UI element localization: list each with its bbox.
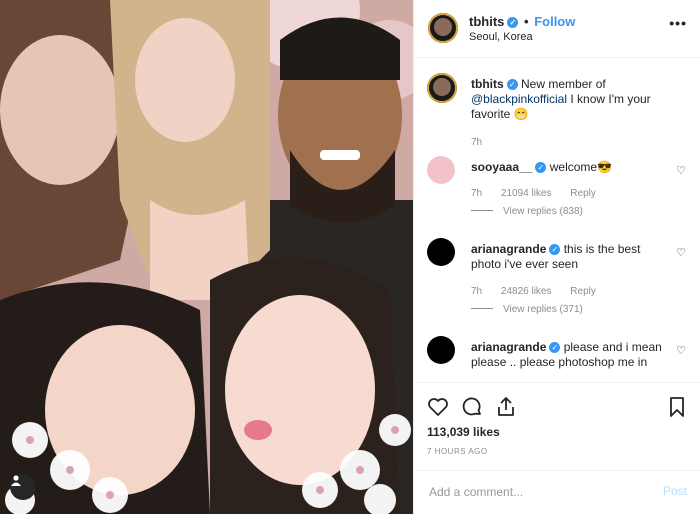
post-header: tbhits ✓ • Follow Seoul, Korea ••• bbox=[414, 0, 700, 58]
view-replies-label: View replies (371) bbox=[503, 304, 583, 315]
reply-button[interactable]: Reply bbox=[570, 286, 596, 297]
add-comment-input[interactable] bbox=[427, 481, 651, 503]
comment-age: 7h bbox=[471, 286, 483, 297]
author-avatar[interactable] bbox=[428, 13, 458, 43]
heart-icon[interactable] bbox=[426, 395, 450, 419]
caption-username[interactable]: tbhits bbox=[471, 77, 504, 91]
commenter-avatar[interactable] bbox=[427, 238, 455, 266]
comment-like-icon[interactable]: ♡ bbox=[676, 246, 686, 259]
view-replies-button[interactable]: View replies (371) bbox=[471, 304, 583, 315]
post-actions: 113,039 likes 7 HOURS AGO Post bbox=[414, 382, 700, 513]
commenter-avatar[interactable] bbox=[427, 156, 455, 184]
more-options-icon[interactable]: ••• bbox=[669, 15, 687, 31]
photo-illustration bbox=[0, 0, 413, 514]
verified-badge-icon: ✓ bbox=[507, 17, 519, 28]
post-photo[interactable] bbox=[0, 0, 413, 514]
verified-badge-icon: ✓ bbox=[535, 162, 547, 173]
caption-avatar[interactable] bbox=[427, 73, 457, 103]
like-count[interactable]: 113,039 likes bbox=[427, 425, 500, 439]
follow-button[interactable]: Follow bbox=[534, 14, 575, 29]
verified-badge-icon: ✓ bbox=[549, 244, 561, 255]
post-location[interactable]: Seoul, Korea bbox=[469, 31, 533, 43]
caption-age: 7h bbox=[471, 137, 483, 148]
instagram-post: tbhits ✓ • Follow Seoul, Korea ••• tbhits… bbox=[0, 0, 700, 514]
commenter-username[interactable]: sooyaaa__ bbox=[471, 160, 532, 174]
separator-dot: • bbox=[524, 14, 529, 29]
verified-badge-icon: ✓ bbox=[549, 342, 561, 353]
bookmark-icon[interactable] bbox=[665, 395, 689, 419]
share-icon[interactable] bbox=[494, 395, 518, 419]
caption-meta: 7h bbox=[471, 137, 498, 148]
comment-age: 7h bbox=[471, 188, 483, 199]
verified-badge-icon: ✓ bbox=[506, 79, 518, 90]
comment-icon[interactable] bbox=[460, 395, 484, 419]
commenter-username[interactable]: arianagrande bbox=[471, 340, 546, 354]
comment-item: arianagrande ✓ please and i mean please .… bbox=[427, 336, 692, 381]
reply-button[interactable]: Reply bbox=[570, 188, 596, 199]
commenter-username[interactable]: arianagrande bbox=[471, 242, 546, 256]
user-tag-icon[interactable] bbox=[10, 474, 36, 500]
comment-item: arianagrande ✓ this is the best photo i'v… bbox=[427, 238, 692, 315]
comment-like-icon[interactable]: ♡ bbox=[676, 164, 686, 177]
view-replies-button[interactable]: View replies (838) bbox=[471, 206, 583, 217]
comment-likes[interactable]: 21094 likes bbox=[501, 188, 552, 199]
post-comment-button[interactable]: Post bbox=[663, 484, 687, 498]
caption-text-pre: New member of bbox=[521, 77, 606, 91]
comments-list[interactable]: tbhits ✓ New member of @blackpinkofficial… bbox=[414, 58, 700, 381]
caption: tbhits ✓ New member of @blackpinkofficial… bbox=[427, 73, 692, 148]
author-username[interactable]: tbhits bbox=[469, 14, 504, 29]
add-comment-bar: Post bbox=[414, 470, 700, 512]
post-sidebar: tbhits ✓ • Follow Seoul, Korea ••• tbhits… bbox=[413, 0, 700, 514]
commenter-avatar[interactable] bbox=[427, 336, 455, 364]
comment-like-icon[interactable]: ♡ bbox=[676, 344, 686, 357]
comment-item: sooyaaa__ ✓ welcome😎 ♡ 7h 21094 likes Rep… bbox=[427, 156, 692, 226]
comment-text: welcome😎 bbox=[549, 160, 613, 174]
caption-mention-link[interactable]: @blackpinkofficial bbox=[471, 92, 567, 106]
view-replies-label: View replies (838) bbox=[503, 206, 583, 217]
post-timestamp: 7 HOURS AGO bbox=[427, 447, 488, 456]
comment-likes[interactable]: 24826 likes bbox=[501, 286, 552, 297]
